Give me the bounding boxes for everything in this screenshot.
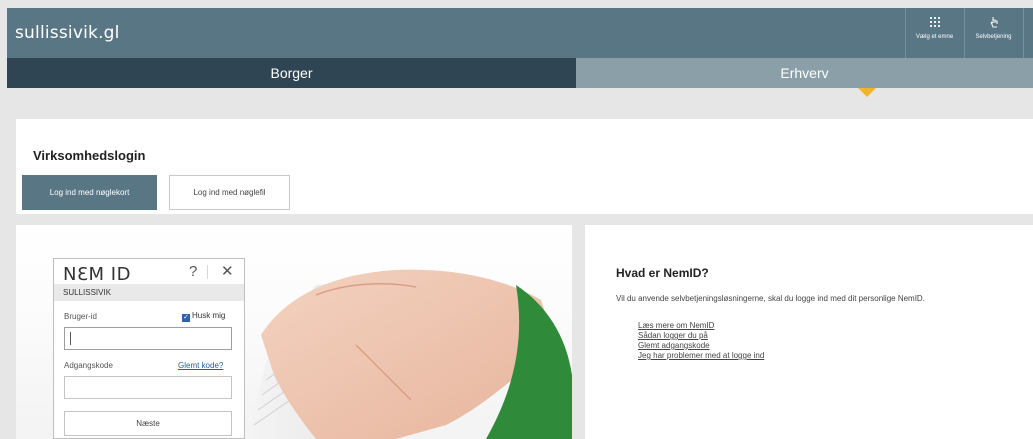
close-icon[interactable]: ✕ (221, 262, 234, 280)
choose-topic-label: Vælg et emne (915, 34, 954, 40)
password-input[interactable] (64, 376, 232, 399)
nemid-info-panel: Hvad er NemID? Vil du anvende selvbetjen… (585, 225, 1033, 439)
info-links: Læs mere om NemID Sådan logger du på Gle… (638, 321, 764, 361)
next-button[interactable]: Næste (64, 411, 232, 436)
how-to-login-link[interactable]: Sådan logger du på (638, 331, 764, 341)
site-title[interactable]: sullissivik.gl (15, 23, 120, 43)
info-title: Hvad er NemID? (616, 266, 709, 280)
password-label: Adgangskode (64, 361, 113, 370)
help-icon[interactable]: ? (189, 263, 197, 280)
active-tab-indicator (858, 88, 876, 97)
tab-erhverv[interactable]: Erhverv (576, 58, 1033, 88)
grid-icon (929, 17, 940, 27)
nemid-login-widget: NƐM ID ? ✕ SULLISSIVIK Bruger-id ✓ Husk m… (53, 258, 245, 439)
info-description: Vil du anvende selvbetjeningsløsningerne… (616, 294, 925, 303)
main-tabs: Borger Erhverv (7, 58, 1033, 88)
forgot-password-info-link[interactable]: Glemt adgangskode (638, 341, 764, 351)
login-keyfile-button[interactable]: Log ind med nøglefil (169, 175, 290, 210)
text-cursor (70, 332, 71, 345)
user-id-label: Bruger-id (64, 312, 97, 321)
site-header: sullissivik.gl Vælg et emne Selvbetjenin… (7, 8, 1033, 58)
business-login-heading: Virksomhedslogin (33, 148, 146, 163)
tab-borger[interactable]: Borger (7, 58, 576, 88)
user-id-input[interactable] (64, 327, 232, 350)
touch-icon (989, 17, 998, 28)
self-service-label: Selvbetjening (975, 34, 1012, 40)
self-service-button[interactable]: Selvbetjening (964, 8, 1022, 58)
checkbox-checked-icon[interactable]: ✓ (182, 314, 190, 322)
nemid-logo: NƐM ID (63, 264, 131, 285)
more-utility-button[interactable] (1023, 8, 1033, 58)
login-problems-link[interactable]: Jeg har problemer med at logge ind (638, 351, 764, 361)
remember-me-checkbox[interactable]: ✓ Husk mig (182, 311, 225, 322)
read-more-nemid-link[interactable]: Læs mere om NemID (638, 321, 764, 331)
remember-me-label: Husk mig (192, 311, 226, 320)
header-divider (207, 265, 208, 279)
organization-name: SULLISSIVIK (54, 284, 244, 301)
forgot-password-link[interactable]: Glemt kode? (178, 361, 223, 370)
business-login-panel: Virksomhedslogin Log ind med nøglekort L… (16, 119, 1033, 214)
login-keycard-button[interactable]: Log ind med nøglekort (22, 175, 157, 210)
choose-topic-button[interactable]: Vælg et emne (905, 8, 963, 58)
